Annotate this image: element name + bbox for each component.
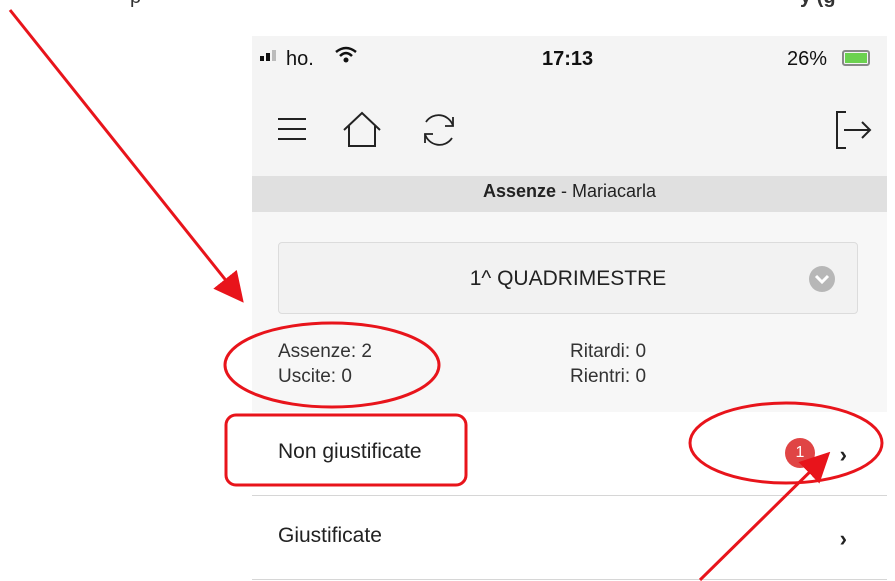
wifi-icon xyxy=(335,46,357,70)
home-button[interactable] xyxy=(340,108,384,152)
home-icon xyxy=(343,111,381,147)
chevron-down-icon xyxy=(809,266,835,292)
list-item-giustificate[interactable]: Giustificate › xyxy=(252,496,887,580)
refresh-button[interactable] xyxy=(417,108,461,152)
status-bar: ho. 17:13 26% xyxy=(252,36,887,86)
annotation-arrow-stats xyxy=(8,9,244,303)
list-item-label: Giustificate xyxy=(278,524,382,547)
stat-ritardi: Ritardi: 0 xyxy=(570,341,647,362)
carrier-name: ho. xyxy=(286,48,314,70)
phone-screen: ho. 17:13 26% Assenze - Mariacarla 1^ QU… xyxy=(252,36,887,581)
period-select-value: 1^ QUADRIMESTRE xyxy=(469,267,667,290)
stat-assenze: Assenze: 2 xyxy=(278,341,372,362)
cropped-text-left: p xyxy=(130,0,141,9)
stat-uscite: Uscite: 0 xyxy=(278,366,352,387)
summary-panel: 1^ QUADRIMESTRE Assenze: 2 Uscite: 0 Rit… xyxy=(252,212,887,412)
menu-icon xyxy=(278,118,306,140)
stats-right: Ritardi: 0 Rientri: 0 xyxy=(570,339,646,389)
menu-button[interactable] xyxy=(272,108,316,152)
page-title: Assenze - Mariacarla xyxy=(252,176,887,212)
list-item-label: Non giustificate xyxy=(278,440,422,463)
cropped-caption: p y (g xyxy=(0,0,895,16)
logout-icon xyxy=(836,111,872,149)
page-title-section: Assenze xyxy=(482,181,556,201)
page-title-student: Mariacarla xyxy=(572,181,657,201)
signal-strength-icon xyxy=(260,50,276,61)
battery-percentage: 26% xyxy=(787,48,828,70)
count-badge: 1 xyxy=(785,438,815,468)
status-time: 17:13 xyxy=(542,48,594,70)
chevron-right-icon: › xyxy=(839,442,847,467)
cropped-text-right: y (g xyxy=(800,0,836,9)
battery-icon xyxy=(842,50,870,66)
toolbar xyxy=(252,86,887,176)
refresh-icon xyxy=(424,114,454,146)
chevron-right-icon: › xyxy=(839,526,847,551)
stat-rientri: Rientri: 0 xyxy=(570,366,647,387)
page-title-separator: - xyxy=(556,181,572,201)
logout-button[interactable] xyxy=(832,108,876,152)
stats-left: Assenze: 2 Uscite: 0 xyxy=(278,339,372,389)
period-select[interactable]: 1^ QUADRIMESTRE xyxy=(278,242,858,314)
list-item-non-giustificate[interactable]: Non giustificate 1 › xyxy=(252,412,887,496)
